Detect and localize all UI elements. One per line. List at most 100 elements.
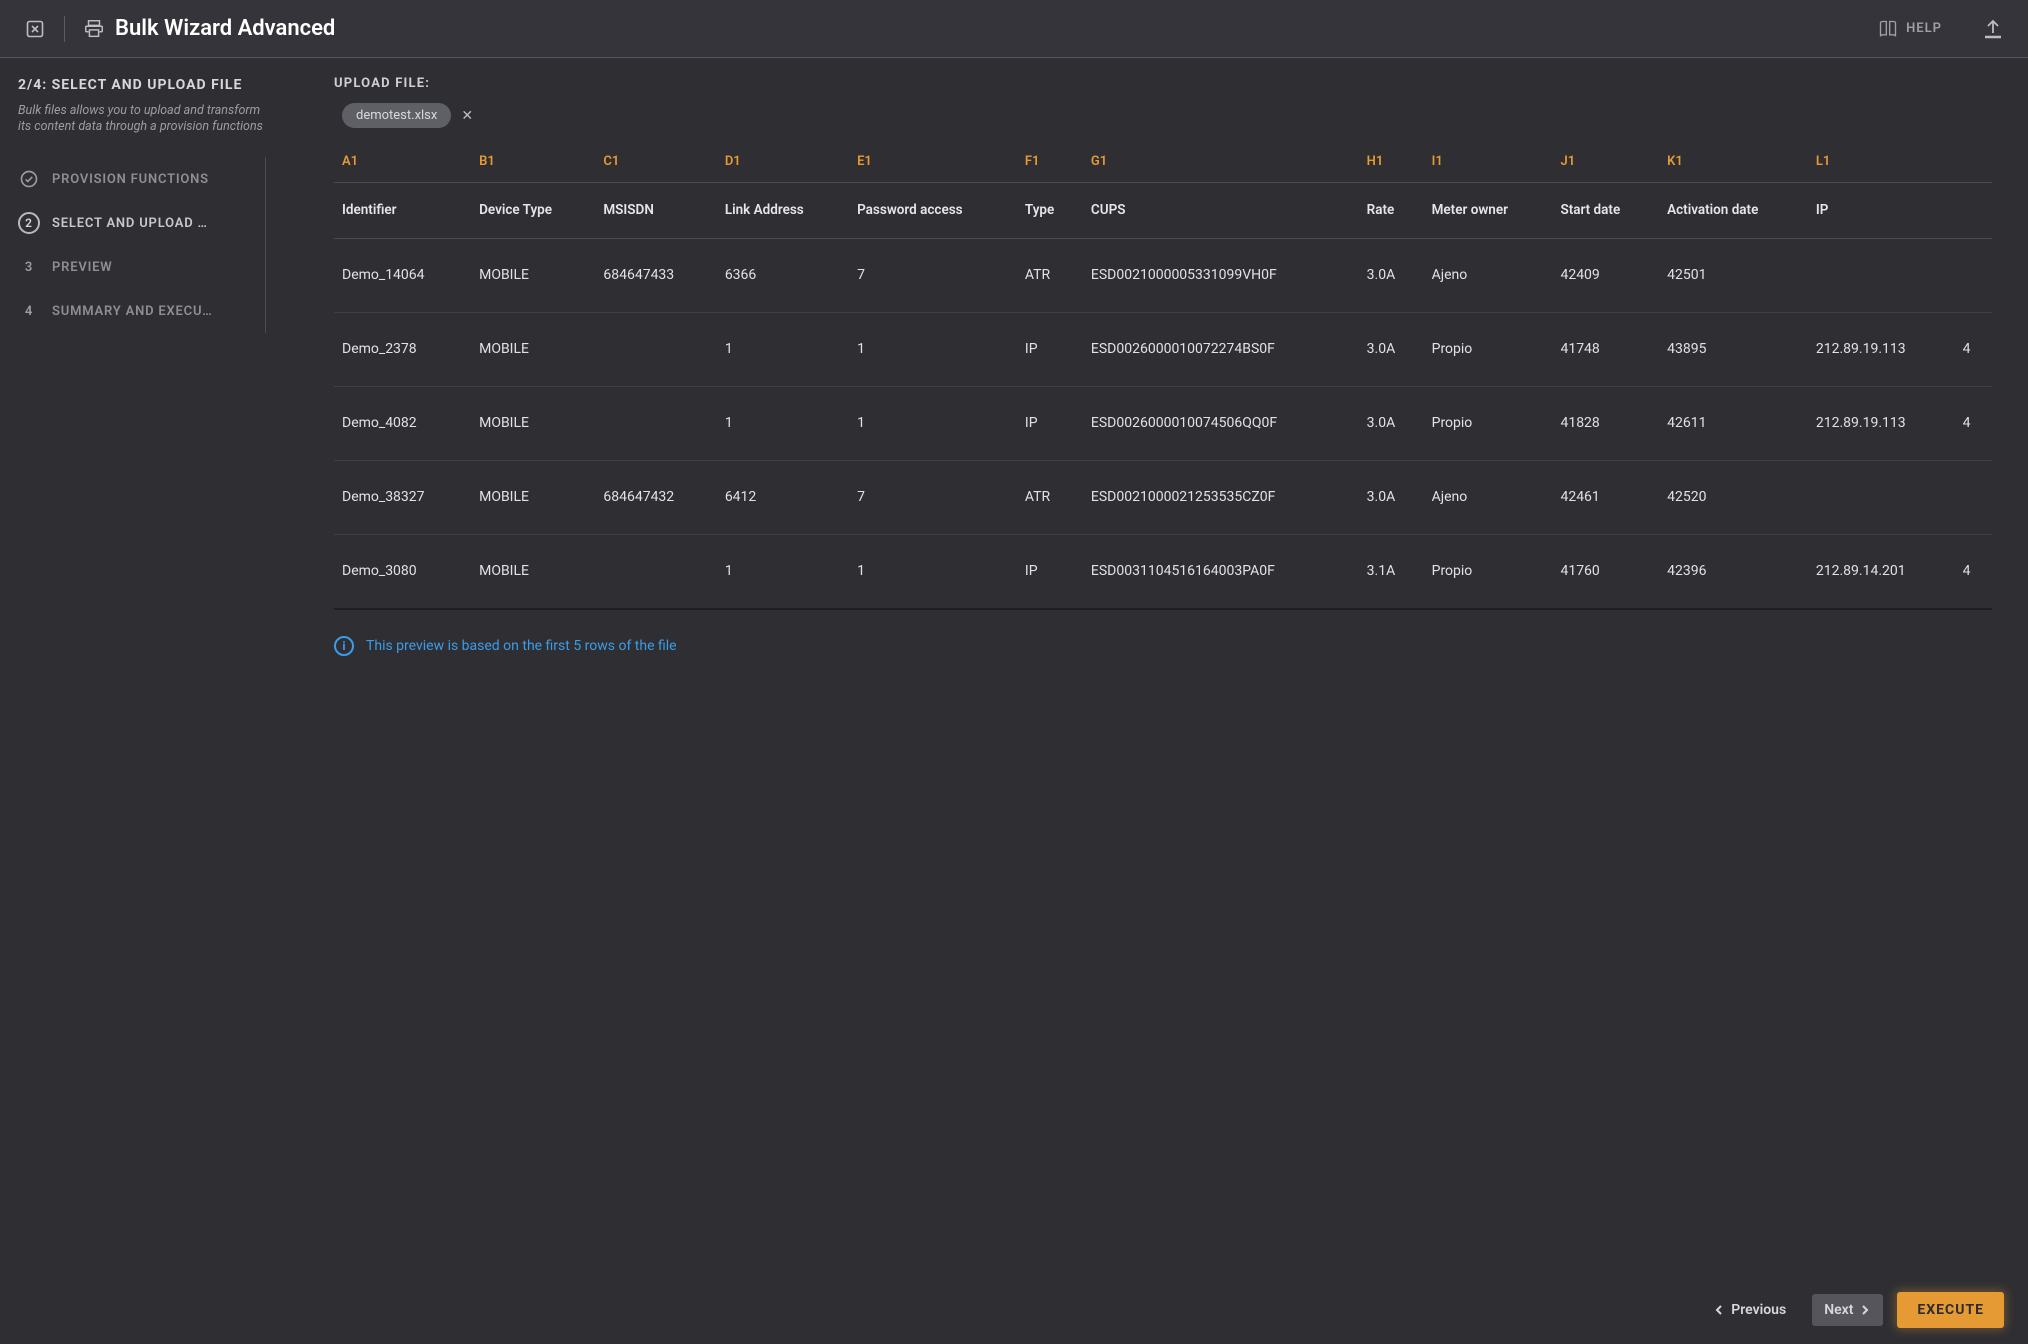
chevron-right-icon bbox=[1859, 1304, 1871, 1316]
table-cell: Demo_2378 bbox=[334, 312, 471, 386]
file-chip[interactable]: demotest.xlsx bbox=[342, 103, 451, 128]
table-cell: 6366 bbox=[717, 238, 849, 312]
wizard-step-4[interactable]: 4 SUMMARY AND EXECU… bbox=[18, 289, 261, 333]
table-cell: 3.0A bbox=[1359, 312, 1424, 386]
table-cell-overflow: 4 bbox=[1955, 312, 1992, 386]
table-cell: Ajeno bbox=[1424, 238, 1553, 312]
remove-file-icon[interactable]: ✕ bbox=[461, 108, 473, 124]
column-header: Meter owner bbox=[1424, 182, 1553, 238]
wizard-step-2[interactable]: 2SELECT AND UPLOAD … bbox=[18, 201, 261, 245]
table-cell: MOBILE bbox=[471, 312, 595, 386]
table-cell: 42501 bbox=[1659, 238, 1808, 312]
preview-table: A1B1C1D1E1F1G1H1I1J1K1L1 IdentifierDevic… bbox=[334, 142, 1992, 608]
table-cell: 42396 bbox=[1659, 534, 1808, 608]
column-header: Link Address bbox=[717, 182, 849, 238]
print-icon[interactable] bbox=[81, 16, 107, 42]
table-cell: 1 bbox=[849, 534, 1017, 608]
chevron-left-icon bbox=[1713, 1304, 1725, 1316]
table-cell: 41760 bbox=[1552, 534, 1659, 608]
table-cell-overflow bbox=[1955, 238, 1992, 312]
table-cell: 1 bbox=[717, 534, 849, 608]
next-label: Next bbox=[1824, 1302, 1853, 1318]
step-label: PREVIEW bbox=[52, 260, 112, 275]
table-cell: Propio bbox=[1424, 312, 1553, 386]
upload-icon[interactable] bbox=[1980, 16, 2006, 42]
preview-info-note: i This preview is based on the first 5 r… bbox=[334, 636, 1992, 656]
table-cell: 212.89.14.201 bbox=[1808, 534, 1955, 608]
column-header: Type bbox=[1017, 182, 1083, 238]
column-letter: K1 bbox=[1659, 142, 1808, 182]
table-cell bbox=[1808, 460, 1955, 534]
help-button[interactable]: HELP bbox=[1878, 19, 1942, 39]
table-row[interactable]: Demo_3080MOBILE11IPESD0031104516164003PA… bbox=[334, 534, 1992, 608]
table-cell: 1 bbox=[849, 386, 1017, 460]
info-text: This preview is based on the first 5 row… bbox=[366, 638, 677, 654]
table-cell: 42409 bbox=[1552, 238, 1659, 312]
table-cell: Ajeno bbox=[1424, 460, 1553, 534]
table-cell: ESD0026000010074506QQ0F bbox=[1083, 386, 1359, 460]
table-cell: Demo_14064 bbox=[334, 238, 471, 312]
table-cell: 41828 bbox=[1552, 386, 1659, 460]
column-header: Identifier bbox=[334, 182, 471, 238]
table-cell: 1 bbox=[717, 312, 849, 386]
help-label: HELP bbox=[1906, 21, 1942, 36]
table-cell: 212.89.19.113 bbox=[1808, 386, 1955, 460]
step-number: 3 bbox=[18, 256, 40, 278]
table-cell: 3.0A bbox=[1359, 386, 1424, 460]
column-header: Activation date bbox=[1659, 182, 1808, 238]
table-cell: ATR bbox=[1017, 460, 1083, 534]
table-cell: Demo_4082 bbox=[334, 386, 471, 460]
column-header: Device Type bbox=[471, 182, 595, 238]
wizard-step-3[interactable]: 3 PREVIEW bbox=[18, 245, 261, 289]
table-row[interactable]: Demo_4082MOBILE11IPESD0026000010074506QQ… bbox=[334, 386, 1992, 460]
table-cell: 43895 bbox=[1659, 312, 1808, 386]
table-cell: 1 bbox=[717, 386, 849, 460]
file-chip-row: demotest.xlsx ✕ bbox=[334, 103, 1992, 128]
column-letter: L1 bbox=[1808, 142, 1955, 182]
column-letter: A1 bbox=[334, 142, 471, 182]
column-letter: I1 bbox=[1424, 142, 1553, 182]
previous-button[interactable]: Previous bbox=[1701, 1294, 1798, 1326]
table-cell-overflow bbox=[1955, 460, 1992, 534]
table-cell bbox=[595, 312, 716, 386]
table-row[interactable]: Demo_14064MOBILE68464743363667ATRESD0021… bbox=[334, 238, 1992, 312]
table-cell: 41748 bbox=[1552, 312, 1659, 386]
table-cell: MOBILE bbox=[471, 238, 595, 312]
step-label: PROVISION FUNCTIONS bbox=[52, 172, 209, 187]
table-cell: MOBILE bbox=[471, 534, 595, 608]
sidebar-heading: 2/4: SELECT AND UPLOAD FILE bbox=[18, 76, 266, 95]
table-cell-overflow: 4 bbox=[1955, 386, 1992, 460]
main-panel: UPLOAD FILE: demotest.xlsx ✕ A1B1C1D1E1F… bbox=[280, 58, 2028, 1344]
table-cell: 3.0A bbox=[1359, 460, 1424, 534]
table-cell: 6412 bbox=[717, 460, 849, 534]
column-header: Rate bbox=[1359, 182, 1424, 238]
column-letter: D1 bbox=[717, 142, 849, 182]
table-cell: 42520 bbox=[1659, 460, 1808, 534]
check-circle-icon bbox=[18, 168, 40, 190]
step-label: SUMMARY AND EXECU… bbox=[52, 304, 213, 319]
column-header: CUPS bbox=[1083, 182, 1359, 238]
previous-label: Previous bbox=[1731, 1302, 1786, 1318]
upload-file-label: UPLOAD FILE: bbox=[334, 76, 1992, 91]
table-cell: IP bbox=[1017, 534, 1083, 608]
column-header: Start date bbox=[1552, 182, 1659, 238]
preview-table-wrap[interactable]: A1B1C1D1E1F1G1H1I1J1K1L1 IdentifierDevic… bbox=[334, 142, 1992, 610]
table-cell: Propio bbox=[1424, 386, 1553, 460]
column-header: Password access bbox=[849, 182, 1017, 238]
step-number: 4 bbox=[18, 300, 40, 322]
column-letter: E1 bbox=[849, 142, 1017, 182]
table-cell bbox=[595, 386, 716, 460]
table-cell bbox=[1808, 238, 1955, 312]
close-icon[interactable] bbox=[22, 16, 48, 42]
execute-button[interactable]: EXECUTE bbox=[1897, 1292, 2004, 1328]
table-cell: 684647433 bbox=[595, 238, 716, 312]
wizard-step-1[interactable]: PROVISION FUNCTIONS bbox=[18, 157, 261, 201]
column-letter: B1 bbox=[471, 142, 595, 182]
table-cell: 7 bbox=[849, 238, 1017, 312]
column-letter: C1 bbox=[595, 142, 716, 182]
column-header: MSISDN bbox=[595, 182, 716, 238]
table-row[interactable]: Demo_2378MOBILE11IPESD0026000010072274BS… bbox=[334, 312, 1992, 386]
table-row[interactable]: Demo_38327MOBILE68464743264127ATRESD0021… bbox=[334, 460, 1992, 534]
next-button[interactable]: Next bbox=[1812, 1294, 1883, 1326]
table-cell: Propio bbox=[1424, 534, 1553, 608]
